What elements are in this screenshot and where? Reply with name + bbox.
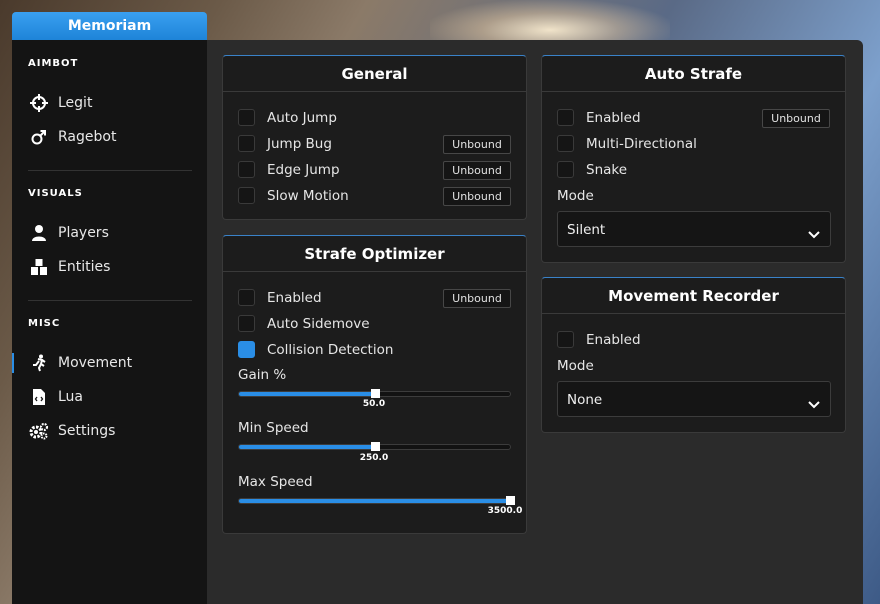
sidebar-divider (28, 170, 192, 171)
crosshair-icon (29, 93, 49, 113)
keybind-button[interactable]: Unbound (443, 187, 511, 206)
max-speed-slider[interactable] (238, 496, 515, 505)
sidebar-item-label: Lua (58, 389, 84, 405)
auto-sidemove-checkbox[interactable] (238, 315, 255, 332)
dropdown-value: Silent (567, 222, 606, 238)
auto-jump-row: Auto Jump (223, 107, 526, 129)
auto-strafe-enabled-row: Enabled Unbound (542, 107, 845, 129)
person-icon (29, 223, 49, 243)
slider-knob[interactable] (371, 442, 380, 451)
chevron-down-icon (808, 394, 820, 413)
sidebar-section-aimbot: AIMBOT (28, 58, 79, 69)
checkbox-label: Slow Motion (267, 188, 349, 204)
sidebar-item-settings[interactable]: Settings (12, 416, 207, 446)
general-panel: General Auto Jump Jump Bug Unbound Edge … (222, 55, 527, 220)
keybind-button[interactable]: Unbound (443, 289, 511, 308)
gears-icon (29, 421, 49, 441)
sidebar-item-players[interactable]: Players (12, 218, 207, 248)
jump-bug-checkbox[interactable] (238, 135, 255, 152)
checkbox-label: Snake (586, 162, 628, 178)
strafe-enabled-checkbox[interactable] (238, 289, 255, 306)
slider-fill (239, 392, 375, 396)
strafe-enabled-row: Enabled Unbound (223, 287, 526, 309)
panel-title: General (223, 56, 526, 92)
mode-label: Mode (557, 188, 594, 204)
sidebar-item-label: Entities (58, 259, 111, 275)
auto-sidemove-row: Auto Sidemove (223, 313, 526, 335)
mode-label: Mode (557, 358, 594, 374)
sidebar-item-label: Settings (58, 423, 116, 439)
checkbox-label: Enabled (586, 110, 641, 126)
edge-jump-checkbox[interactable] (238, 161, 255, 178)
sidebar-item-ragebot[interactable]: Ragebot (12, 122, 207, 152)
gain-slider[interactable] (238, 389, 511, 398)
sidebar-item-lua[interactable]: Lua (12, 382, 207, 412)
collision-detection-row: Collision Detection (223, 339, 526, 361)
edge-jump-row: Edge Jump Unbound (223, 159, 526, 181)
slider-fill (239, 499, 510, 503)
multi-directional-row: Multi-Directional (542, 133, 845, 155)
sidebar-item-legit[interactable]: Legit (12, 88, 207, 118)
dropdown-value: None (567, 392, 603, 408)
min-speed-slider-value: 250.0 (359, 453, 389, 463)
sidebar-item-label: Ragebot (58, 129, 117, 145)
min-speed-slider-label: Min Speed (238, 420, 309, 436)
recorder-enabled-row: Enabled (542, 329, 845, 351)
window-title-tab[interactable]: Memoriam (12, 12, 207, 40)
auto-jump-checkbox[interactable] (238, 109, 255, 126)
recorder-mode-dropdown[interactable]: None (557, 381, 831, 417)
sidebar-item-label: Movement (58, 355, 133, 371)
checkbox-label: Edge Jump (267, 162, 340, 178)
chevron-down-icon (808, 224, 820, 243)
slider-knob[interactable] (506, 496, 515, 505)
movement-recorder-panel: Movement Recorder Enabled Mode None (541, 277, 846, 433)
checkbox-label: Enabled (586, 332, 641, 348)
checkbox-label: Auto Sidemove (267, 316, 370, 332)
checkbox-label: Multi-Directional (586, 136, 697, 152)
snake-row: Snake (542, 159, 845, 181)
keybind-button[interactable]: Unbound (443, 135, 511, 154)
gender-icon (29, 127, 49, 147)
slow-motion-checkbox[interactable] (238, 187, 255, 204)
checkbox-label: Auto Jump (267, 110, 337, 126)
panel-title: Auto Strafe (542, 56, 845, 92)
sidebar-section-visuals: VISUALS (28, 188, 83, 199)
recorder-enabled-checkbox[interactable] (557, 331, 574, 348)
sidebar-section-misc: MISC (28, 318, 61, 329)
panel-title: Movement Recorder (542, 278, 845, 314)
checkbox-label: Enabled (267, 290, 322, 306)
max-speed-slider-value: 3500.0 (487, 506, 523, 516)
main-window: AIMBOT Legit Ragebot VISUALS Players Ent… (12, 40, 863, 604)
auto-strafe-mode-dropdown[interactable]: Silent (557, 211, 831, 247)
panel-title: Strafe Optimizer (223, 236, 526, 272)
snake-checkbox[interactable] (557, 161, 574, 178)
auto-strafe-enabled-checkbox[interactable] (557, 109, 574, 126)
sidebar-item-label: Legit (58, 95, 93, 111)
strafe-optimizer-panel: Strafe Optimizer Enabled Unbound Auto Si… (222, 235, 527, 534)
keybind-button[interactable]: Unbound (443, 161, 511, 180)
collision-detection-checkbox[interactable] (238, 341, 255, 358)
jump-bug-row: Jump Bug Unbound (223, 133, 526, 155)
sidebar-item-movement[interactable]: Movement (12, 348, 207, 378)
auto-strafe-panel: Auto Strafe Enabled Unbound Multi-Direct… (541, 55, 846, 263)
max-speed-slider-label: Max Speed (238, 474, 313, 490)
running-icon (29, 353, 49, 373)
min-speed-slider[interactable] (238, 442, 511, 451)
multi-directional-checkbox[interactable] (557, 135, 574, 152)
checkbox-label: Collision Detection (267, 342, 394, 358)
slider-knob[interactable] (371, 389, 380, 398)
sidebar-divider (28, 300, 192, 301)
gain-slider-value: 50.0 (362, 399, 386, 409)
keybind-button[interactable]: Unbound (762, 109, 830, 128)
checkbox-label: Jump Bug (267, 136, 332, 152)
slow-motion-row: Slow Motion Unbound (223, 185, 526, 207)
slider-fill (239, 445, 375, 449)
gain-slider-label: Gain % (238, 367, 287, 383)
lua-file-icon (29, 387, 49, 407)
sidebar: AIMBOT Legit Ragebot VISUALS Players Ent… (12, 40, 207, 604)
sidebar-item-entities[interactable]: Entities (12, 252, 207, 282)
sidebar-item-label: Players (58, 225, 109, 241)
entities-icon (29, 257, 49, 277)
